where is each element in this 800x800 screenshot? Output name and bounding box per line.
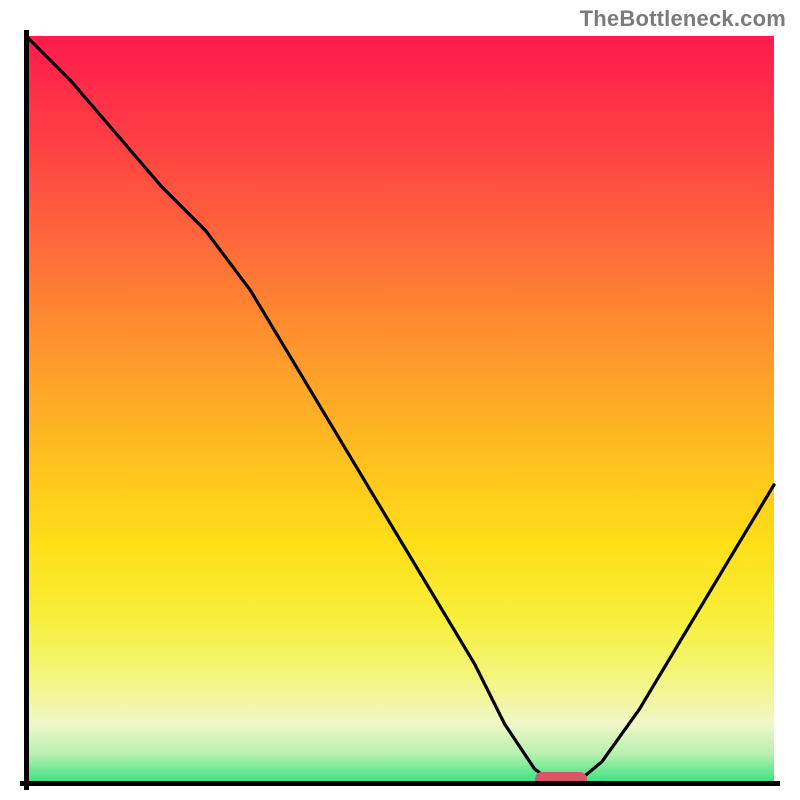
attribution-text: TheBottleneck.com bbox=[580, 6, 786, 32]
chart-frame bbox=[20, 30, 780, 790]
optimal-range-marker bbox=[535, 772, 587, 786]
plot-area bbox=[20, 30, 780, 790]
bottleneck-curve bbox=[20, 30, 780, 790]
